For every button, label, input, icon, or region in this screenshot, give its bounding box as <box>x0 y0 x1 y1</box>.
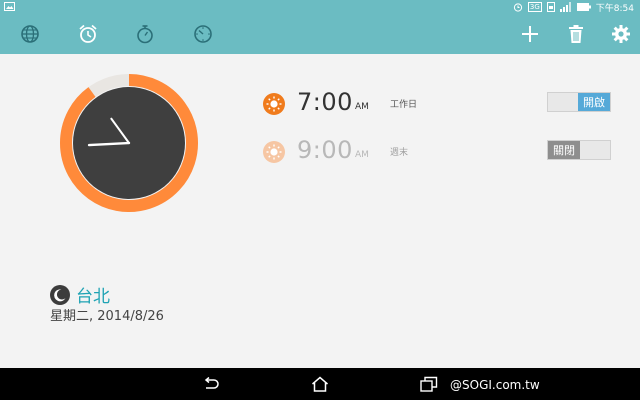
home-button[interactable] <box>309 374 331 394</box>
alarm-icon <box>513 3 522 12</box>
city-row: 台北 <box>50 282 110 307</box>
alarm-label: 週末 <box>390 148 409 158</box>
recent-apps-button[interactable] <box>418 374 440 394</box>
delete-icon <box>569 25 583 43</box>
sun-icon <box>263 141 285 163</box>
watermark: @SOGI.com.tw <box>450 378 540 392</box>
alarm-tab[interactable] <box>76 22 100 46</box>
settings-button[interactable] <box>609 22 633 46</box>
sun-icon <box>263 93 285 115</box>
back-icon <box>204 377 219 389</box>
image-icon <box>4 2 15 11</box>
navigation-bar: @SOGI.com.tw <box>0 368 640 400</box>
city-date: 星期二, 2014/8/26 <box>50 309 164 324</box>
alarm-row[interactable]: 9:00 AM 週末 關閉 <box>262 136 612 166</box>
signal-icon <box>559 2 571 12</box>
stopwatch-icon <box>137 25 153 44</box>
recent-apps-icon <box>420 376 438 392</box>
battery-icon <box>576 3 591 11</box>
alarm-label: 工作日 <box>390 100 418 110</box>
back-button[interactable] <box>200 374 222 394</box>
settings-icon <box>612 25 630 43</box>
city-name: 台北 <box>76 287 110 307</box>
stopwatch-tab[interactable] <box>133 22 157 46</box>
status-bar: 3G 下午8:54 <box>0 0 640 14</box>
alarm-ampm: AM <box>355 150 369 160</box>
add-icon <box>522 26 538 42</box>
toggle-knob-label: 開啟 <box>578 93 610 111</box>
status-time: 下午8:54 <box>595 3 634 14</box>
world-clock-tab[interactable] <box>18 22 42 46</box>
home-icon <box>312 376 328 392</box>
alarm-ampm: AM <box>355 102 369 112</box>
delete-alarm-button[interactable] <box>564 22 588 46</box>
world-clock-icon <box>21 25 39 43</box>
sim-icon <box>546 2 555 12</box>
add-alarm-button[interactable] <box>518 22 542 46</box>
toggle-knob-label: 關閉 <box>548 141 580 159</box>
alarm-time: 9:00 <box>297 136 353 164</box>
network-badge: 3G <box>527 2 542 12</box>
toolbar <box>0 14 640 54</box>
analog-clock <box>60 74 198 212</box>
alarm-time: 7:00 <box>297 88 353 116</box>
alarm-toggle[interactable]: 開啟 <box>547 92 611 112</box>
moon-icon <box>50 284 70 305</box>
timer-tab[interactable] <box>191 22 215 46</box>
alarm-row[interactable]: 7:00 AM 工作日 開啟 <box>262 88 612 118</box>
alarm-icon <box>79 24 97 43</box>
timer-icon <box>194 25 212 43</box>
alarm-toggle[interactable]: 關閉 <box>547 140 611 160</box>
